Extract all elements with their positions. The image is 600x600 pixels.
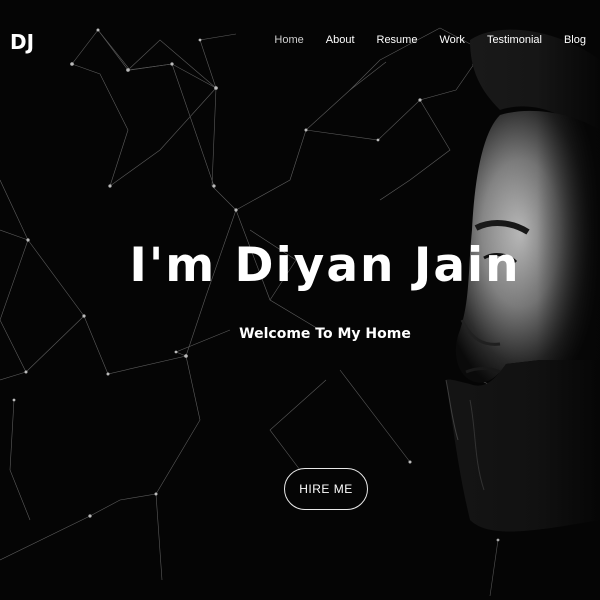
hero-title: I'm Diyan Jain (129, 238, 521, 293)
hero-section: DJ Home About Resume Work Testimonial Bl… (0, 0, 600, 600)
nav-item-resume[interactable]: Resume (377, 34, 418, 46)
navbar: DJ Home About Resume Work Testimonial Bl… (0, 0, 600, 80)
nav-menu: Home About Resume Work Testimonial Blog (274, 34, 586, 46)
nav-item-testimonial[interactable]: Testimonial (487, 34, 542, 46)
site-logo[interactable]: DJ (10, 30, 34, 54)
hire-me-button[interactable]: HIRE ME (284, 468, 368, 510)
nav-item-home[interactable]: Home (274, 34, 303, 46)
portrait-photo (445, 0, 600, 600)
nav-item-about[interactable]: About (326, 34, 355, 46)
nav-item-work[interactable]: Work (439, 34, 464, 46)
nav-item-blog[interactable]: Blog (564, 34, 586, 46)
hero-subtitle: Welcome To My Home (239, 326, 411, 342)
